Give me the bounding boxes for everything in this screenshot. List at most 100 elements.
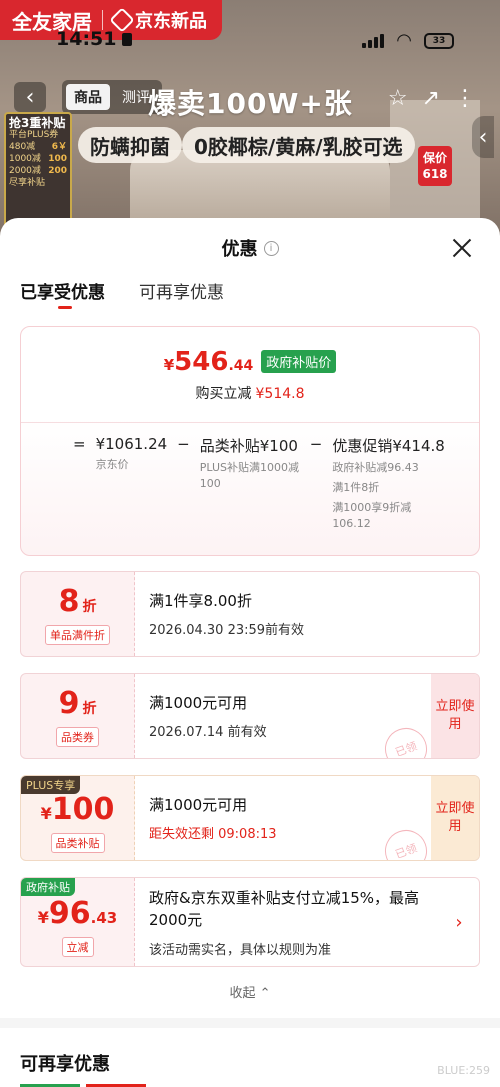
- share-icon[interactable]: ↗: [422, 86, 440, 111]
- tab-enjoyed-discounts[interactable]: 已享受优惠: [20, 278, 105, 309]
- card-value-number: 96: [48, 895, 91, 931]
- card-value-number: 8: [58, 583, 80, 619]
- card-value: ¥100: [41, 792, 115, 827]
- chevron-right-icon[interactable]: ›: [439, 878, 479, 966]
- chevron-up-icon: ⌃: [259, 986, 271, 1001]
- time-text: 14:51: [56, 28, 117, 50]
- promo-row-value: 100: [48, 154, 67, 164]
- collapse-button[interactable]: 收起 ⌃: [0, 982, 500, 1001]
- promo-line: 平台PLUS券: [9, 130, 59, 140]
- tab-more-discounts[interactable]: 可再享优惠: [139, 278, 224, 303]
- use-now-button[interactable]: 立即使用: [431, 674, 479, 758]
- card-value-number: 100: [51, 791, 115, 827]
- card-value-block: PLUS专享 ¥100 品类补贴: [21, 776, 135, 860]
- final-price-row: ¥ 546 .44 政府补贴价: [164, 347, 337, 377]
- instant-discount-value: ¥514.8: [255, 385, 305, 402]
- card-title: 政府&京东双重补贴支付立减15%，最高2000元: [149, 888, 420, 929]
- promo-row-value: 200: [48, 166, 67, 176]
- summary-top: ¥ 546 .44 政府补贴价 购买立减 ¥514.8: [21, 327, 479, 423]
- sheet-title: 优惠 i: [222, 235, 279, 261]
- discount-card-category-coupon[interactable]: 9折 品类券 满1000元可用 2026.07.14 前有效 立即使用 已领: [20, 673, 480, 759]
- promo-row: 480减 6￥: [9, 141, 67, 153]
- card-type-label: 品类补贴: [50, 832, 105, 853]
- lock-icon: [122, 32, 133, 46]
- more-icon[interactable]: ⋮: [454, 86, 476, 111]
- use-now-button[interactable]: 立即使用: [431, 776, 479, 860]
- card-value-unit: 折: [82, 598, 97, 615]
- jd-partner-text: 京东新品: [135, 11, 207, 32]
- back-button[interactable]: ‹: [14, 82, 46, 112]
- promo-footer: 尽享补贴: [9, 178, 46, 188]
- price-yen: ¥: [163, 355, 175, 374]
- card-value: ¥96.43: [38, 896, 117, 931]
- jd-price-label: 京东价: [95, 458, 129, 471]
- instant-discount-label: 购买立减: [195, 385, 252, 402]
- category-subsidy-note: PLUS补贴满1000减100: [199, 461, 299, 490]
- card-value-block: 8折 单品满件折: [21, 572, 135, 656]
- favorite-star-icon[interactable]: ☆: [388, 86, 408, 111]
- badge-line-2: 618: [422, 167, 448, 181]
- battery-level: 33: [432, 35, 446, 46]
- promo-row-value: 6￥: [51, 142, 67, 152]
- card-note: 该活动需实名，具体以规则为准: [149, 942, 332, 958]
- discount-card-8-off[interactable]: 8折 单品满件折 满1件享8.00折 2026.04.30 23:59前有效: [20, 571, 480, 657]
- side-collapse-chevron-icon[interactable]: ‹: [472, 116, 494, 158]
- formula-minus: −: [177, 435, 190, 453]
- card-value: 9折: [59, 686, 97, 721]
- card-value-block: 政府补贴 ¥96.43 立减: [21, 878, 135, 966]
- info-icon[interactable]: i: [263, 240, 279, 256]
- formula-minus: −: [309, 435, 323, 453]
- card-countdown: 距失效还剩 09:08:13: [149, 827, 277, 842]
- card-value-block: 9折 品类券: [21, 674, 135, 758]
- collapse-label: 收起: [229, 986, 256, 1001]
- card-value-yen: ¥: [40, 803, 52, 823]
- card-details: 满1件享8.00折 2026.04.30 23:59前有效: [135, 572, 479, 656]
- card-value-number: 9: [58, 685, 80, 721]
- subsidy-promo-banner: 抢3重补贴 平台PLUS券 480减 6￥ 1000减 100 2000减 200 尽…: [4, 112, 72, 232]
- nav-actions: ☆ ↗ ⋮: [388, 86, 476, 111]
- close-icon[interactable]: [450, 236, 474, 260]
- jd-price-value: ¥1061.24: [95, 435, 168, 453]
- product-headline: 爆卖100W+张: [148, 87, 353, 120]
- product-background: 全友家居 京东新品 14:51 ◠ 33 ‹ 商品 测评 爆卖100W+张 ☆ …: [0, 0, 500, 240]
- watermark: BLUE:259: [437, 1064, 490, 1077]
- price-formula: = ¥1061.24 京东价 − 品类补贴¥100 PLUS补贴满1000减10…: [21, 423, 479, 532]
- formula-base: ¥1061.24 京东价: [96, 435, 168, 532]
- card-value: 8折: [59, 584, 97, 619]
- feature-chip-antimite: 防螨抑菌: [78, 127, 182, 163]
- discount-card-gov-subsidy[interactable]: 政府补贴 ¥96.43 立减 政府&京东双重补贴支付立减15%，最高2000元 …: [20, 877, 480, 967]
- promotion-note: 满1000享9折减106.12: [332, 501, 412, 530]
- promo-row-label: 2000减: [9, 166, 41, 176]
- promotion-value: 优惠促销¥414.8: [332, 437, 445, 455]
- card-expiry: 2026.04.30 23:59前有效: [149, 623, 305, 638]
- card-value-yen: ¥: [37, 907, 49, 927]
- sheet-header: 优惠 i: [0, 218, 500, 278]
- battery-icon: 33: [424, 32, 454, 49]
- formula-equals: =: [73, 435, 86, 453]
- formula-category-subsidy: 品类补贴¥100 PLUS补贴满1000减100: [200, 435, 300, 532]
- card-type-label: 立减: [61, 936, 94, 957]
- status-time: 14:51: [56, 28, 133, 50]
- gov-subsidy-tag: 政府补贴: [21, 878, 75, 896]
- card-title: 满1000元可用: [149, 796, 248, 814]
- sheet-title-text: 优惠: [221, 239, 258, 260]
- status-icons: ◠ 33: [362, 30, 454, 51]
- card-expiry: 2026.07.14 前有效: [149, 725, 267, 740]
- promo-row: 1000减 100: [9, 153, 67, 165]
- card-type-label: 品类券: [56, 726, 99, 747]
- gov-subsidy-price-tag: 政府补贴价: [261, 350, 337, 373]
- promotion-note: 政府补贴减96.43: [332, 461, 419, 474]
- more-discounts-title: 可再享优惠: [20, 1054, 110, 1075]
- formula-promotion: 优惠促销¥414.8 政府补贴减96.43 满1件8折 满1000享9折减106…: [332, 435, 445, 532]
- tab-product[interactable]: 商品: [66, 84, 110, 110]
- product-nav-tabs: 商品 测评: [62, 80, 162, 114]
- promo-title: 抢3重补贴: [9, 116, 66, 130]
- discount-card-plus-subsidy[interactable]: PLUS专享 ¥100 品类补贴 满1000元可用 距失效还剩 09:08:13…: [20, 775, 480, 861]
- card-details: 政府&京东双重补贴支付立减15%，最高2000元 该活动需实名，具体以规则为准: [135, 878, 439, 966]
- wifi-icon: ◠: [396, 30, 412, 51]
- card-title: 满1件享8.00折: [149, 592, 252, 610]
- category-subsidy-value: 品类补贴¥100: [199, 437, 298, 455]
- instant-discount-row: 购买立减 ¥514.8: [196, 383, 305, 403]
- promo-row-label: 480减: [9, 142, 36, 152]
- price-integer: 546: [174, 346, 229, 377]
